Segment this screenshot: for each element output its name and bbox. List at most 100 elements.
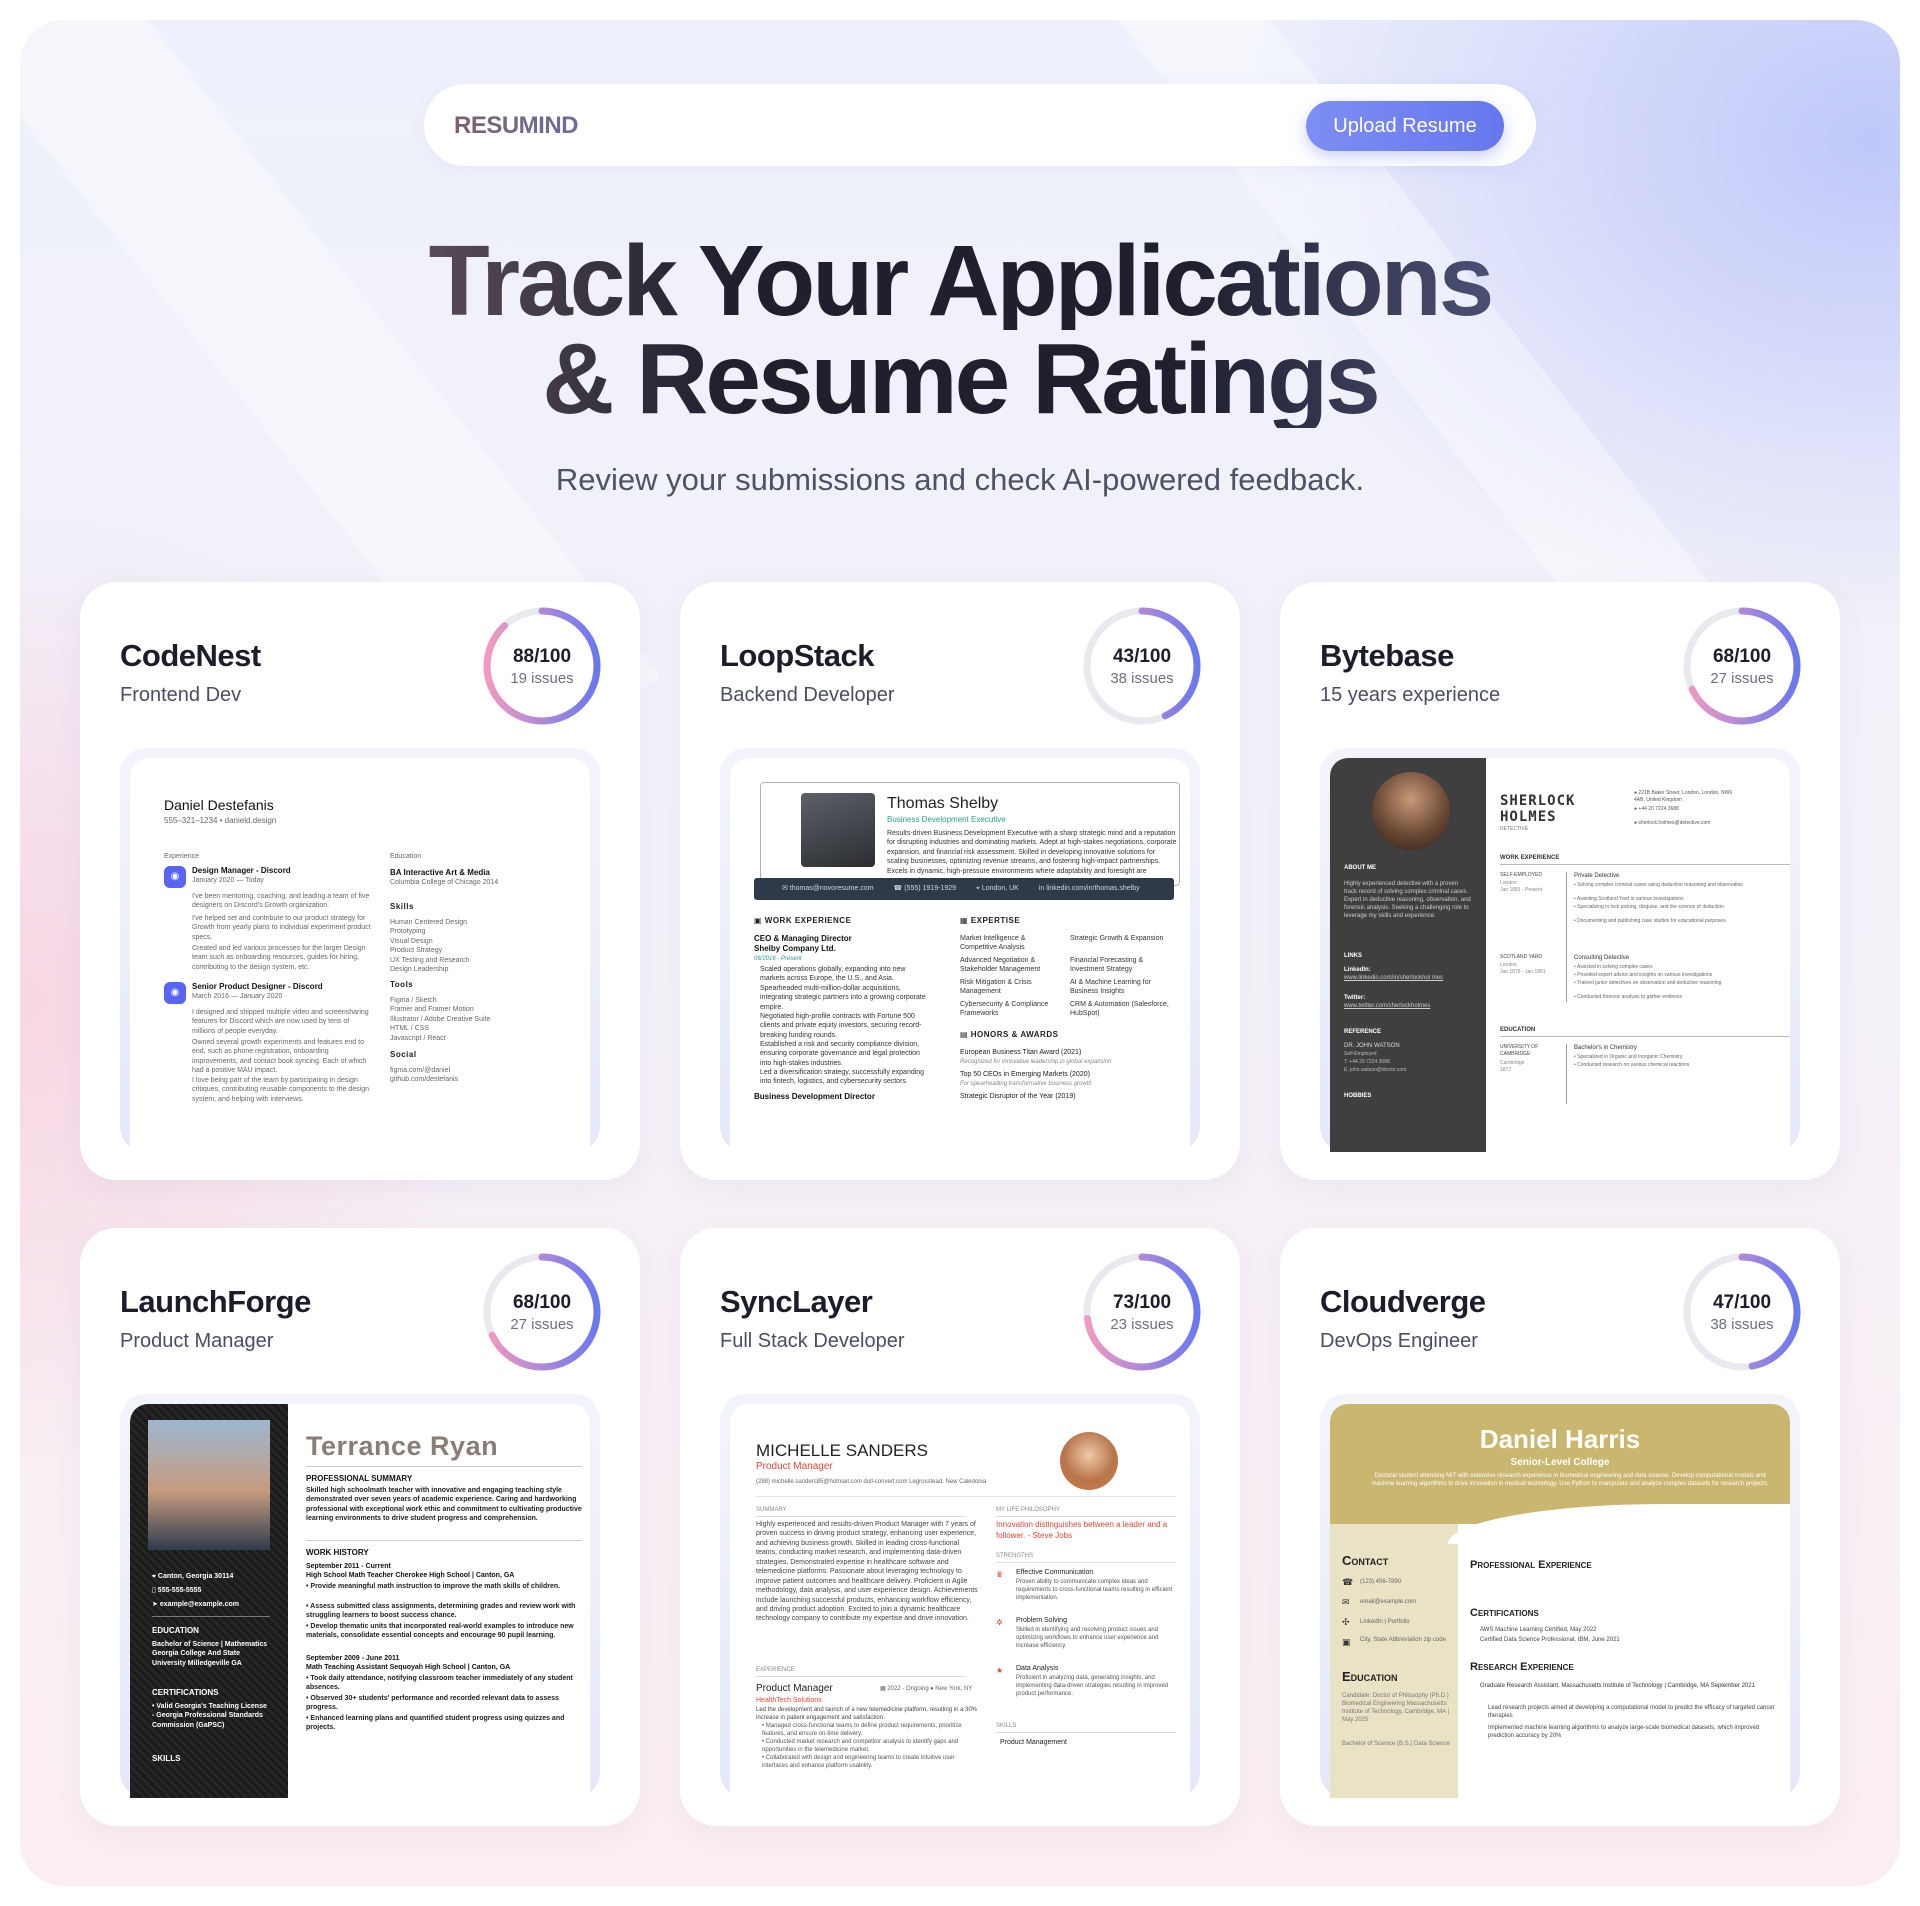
- contact-heading: Contact: [1342, 1553, 1389, 1568]
- resume-preview: MICHELLE SANDERS Product Manager (288) m…: [730, 1404, 1190, 1798]
- job-description: Led the development and launch of a new …: [756, 1707, 978, 1722]
- contact-address: ● 221B Baker Street, London, London, NW6…: [1634, 790, 1733, 803]
- certification-item: AWS Machine Learning Certified, May 2022: [1480, 1627, 1597, 1633]
- job-bullet: • Observed 30+ students' performance and…: [306, 1695, 559, 1712]
- job-dates: ▦ 2022 - Ongoing: [880, 1686, 929, 1692]
- job-bullet: I love being part of the team by partici…: [192, 1077, 370, 1103]
- contact-email: ➤ example@example.com: [152, 1601, 240, 1608]
- brand-logo[interactable]: RESUMIND: [454, 112, 579, 140]
- resume-card-synclayer[interactable]: SyncLayer Full Stack Developer 73/100 23…: [680, 1228, 1240, 1826]
- resume-preview-frame[interactable]: ⌖ Canton, Georgia 30114 ▯ 555-555-5555 ➤…: [120, 1394, 600, 1798]
- resume-preview: ⌖ Canton, Georgia 30114 ▯ 555-555-5555 ➤…: [130, 1404, 590, 1798]
- research-heading: Research Experience: [1470, 1661, 1574, 1673]
- hobbies-heading: HOBBIES: [1344, 1093, 1372, 1099]
- job-bullet: • Develop thematic units that incorporat…: [306, 1623, 574, 1640]
- resume-preview-frame[interactable]: Daniel Harris Senior-Level College Docto…: [1320, 1394, 1800, 1798]
- resume-preview-frame[interactable]: Thomas Shelby Business Development Execu…: [720, 748, 1200, 1152]
- job-bullet: • Conducted market research and competit…: [762, 1739, 959, 1754]
- work-location: London: [1500, 962, 1517, 968]
- work-bullet: • Provided expert advice and insights on…: [1574, 972, 1713, 978]
- contact-address: City, State Abbreviation zip code: [1360, 1637, 1446, 1643]
- linkedin-link[interactable]: www.linkedin.com/in/sherlockhol mes: [1344, 974, 1468, 982]
- contact-links[interactable]: LinkedIn | Portfolio: [1360, 1618, 1410, 1626]
- summary-text: Highly experienced and results-driven Pr…: [756, 1521, 978, 1623]
- card-company: Cloudverge: [1320, 1284, 1486, 1319]
- education-bullet: • Conducted research on various chemical…: [1574, 1062, 1690, 1068]
- hero-subtitle: Review your submissions and check AI-pow…: [555, 462, 1365, 497]
- professional-heading: Professional Experience: [1470, 1559, 1592, 1571]
- education-date: 1877: [1500, 1067, 1512, 1073]
- skills-heading: Skills: [390, 902, 414, 911]
- honors-heading: ▤ HONORS & AWARDS: [960, 1030, 1059, 1039]
- score-ring: 47/100 38 issues: [1682, 1252, 1802, 1372]
- job-bullet: Led a diversification strategy, successf…: [760, 1069, 925, 1086]
- link-icon: ✣: [1342, 1617, 1350, 1627]
- resume-card-codenest[interactable]: CodeNest Frontend Dev 88/100 19 issues D…: [80, 582, 640, 1180]
- certifications-heading: Certifications: [1470, 1607, 1539, 1619]
- issues-count: 23 issues: [1110, 1316, 1174, 1333]
- philosophy-quote: Innovation distinguishes between a leade…: [996, 1520, 1168, 1540]
- work-title: Private Detective: [1574, 873, 1620, 879]
- resume-card-bytebase[interactable]: Bytebase 15 years experience 68/100 27 i…: [1280, 582, 1840, 1180]
- education-heading: EDUCATION: [152, 1626, 199, 1635]
- job-company: HealthTech Solutions: [756, 1697, 822, 1704]
- contact-linkedin: linkedin.com/in/thomas.shelby: [1046, 885, 1140, 892]
- research-entry: Graduate Research Assistant, Massachuset…: [1480, 1683, 1755, 1689]
- work-bullet: • Documenting and publishing case studie…: [1574, 918, 1726, 924]
- card-company: SyncLayer: [720, 1284, 873, 1319]
- work-bullet: • Conducted forensic analysis to gather …: [1574, 994, 1683, 1000]
- job-bullet: • Enhanced learning plans and quantified…: [306, 1715, 565, 1732]
- expertise-item: AI & Machine Learning for Business Insig…: [1070, 979, 1151, 996]
- puzzle-icon: ✲: [996, 1618, 1003, 1627]
- resume-card-loopstack[interactable]: LoopStack Backend Developer 43/100 38 is…: [680, 582, 1240, 1180]
- contact-email: email@example.com: [1360, 1599, 1417, 1605]
- email-icon: ✉: [782, 885, 788, 892]
- contact-bar: ✉ thomas@novoresume.com ☎ (555) 1919-192…: [754, 878, 1174, 900]
- work-org: SCOTLAND YARD: [1500, 954, 1543, 960]
- upload-resume-button[interactable]: Upload Resume: [1306, 101, 1504, 151]
- twitter-link[interactable]: www.twitter.com/sherlockholmes: [1344, 1002, 1468, 1010]
- job-bullet: • Assess submitted class assignments, de…: [306, 1603, 576, 1620]
- resume-preview-frame[interactable]: ABOUT ME Highly experienced detective wi…: [1320, 748, 1800, 1152]
- contact-email: ● sherlock.holmes@detective.com: [1634, 820, 1711, 826]
- resume-preview: ABOUT ME Highly experienced detective wi…: [1330, 758, 1790, 1152]
- experience-heading: EXPERIENCE: [756, 1667, 795, 1673]
- resume-intro: Doctoral student attending MIT with exte…: [1371, 1473, 1769, 1488]
- linkedin-label: LinkedIn:: [1344, 967, 1371, 973]
- resume-preview: Daniel Destefanis 555–321–1234 • danield…: [130, 758, 590, 1152]
- contact-location: London, UK: [981, 885, 1019, 892]
- expertise-item: Cybersecurity & Compliance Frameworks: [960, 1001, 1049, 1018]
- hero-title: Track Your Applications & Resume Ratings: [0, 231, 1920, 429]
- work-bullet: • Solving complex criminal cases using d…: [1574, 882, 1744, 888]
- resume-preview-frame[interactable]: Daniel Destefanis 555–321–1234 • danield…: [120, 748, 600, 1152]
- expertise-item: Financial Forecasting & Investment Strat…: [1070, 957, 1144, 974]
- score-ring: 73/100 23 issues: [1082, 1252, 1202, 1372]
- strength-title: Problem Solving: [1016, 1617, 1067, 1624]
- skills-list: Human Centered Design Prototyping Visual…: [390, 919, 470, 974]
- work-location: London: [1500, 880, 1517, 886]
- job-bullet: Established a risk and security complian…: [760, 1041, 920, 1067]
- strength-desc: Proven ability to communicate complex id…: [1016, 1579, 1173, 1602]
- job-bullet: I designed and shipped multiple video an…: [192, 1009, 369, 1035]
- job-title: Math Teaching Assistant Sequoyah High Sc…: [306, 1664, 511, 1671]
- issues-count: 27 issues: [510, 1316, 574, 1333]
- twitter-label: Twitter:: [1344, 995, 1366, 1001]
- job-bullet: I've been mentoring, coaching, and leadi…: [192, 893, 370, 910]
- job-bullet: Negotiated high-profile contracts with F…: [760, 1013, 922, 1039]
- card-role: DevOps Engineer: [1320, 1330, 1478, 1352]
- resume-card-launchforge[interactable]: LaunchForge Product Manager 68/100 27 is…: [80, 1228, 640, 1826]
- education-org: UNIVERSITY OF CAMBRIDGE: [1500, 1044, 1539, 1057]
- work-org: SELF-EMPLOYED: [1500, 872, 1542, 878]
- resume-preview-frame[interactable]: MICHELLE SANDERS Product Manager (288) m…: [720, 1394, 1200, 1798]
- star-icon: ★: [996, 1666, 1004, 1675]
- card-company: Bytebase: [1320, 638, 1454, 673]
- resume-card-cloudverge[interactable]: Cloudverge DevOps Engineer 47/100 38 iss…: [1280, 1228, 1840, 1826]
- score-ring: 68/100 27 issues: [1682, 606, 1802, 726]
- resume-sidebar: ABOUT ME Highly experienced detective wi…: [1330, 758, 1486, 1152]
- certification-item: Certified Data Science Professional, IBM…: [1480, 1637, 1620, 1643]
- work-heading: WORK EXPERIENCE: [1500, 855, 1560, 861]
- education-heading: Education: [390, 853, 422, 860]
- contact-location: ⌖ Canton, Georgia 30114: [152, 1573, 234, 1580]
- strength-title: Data Analysis: [1016, 1665, 1059, 1672]
- expertise-item: Advanced Negotiation & Stakeholder Manag…: [960, 957, 1041, 974]
